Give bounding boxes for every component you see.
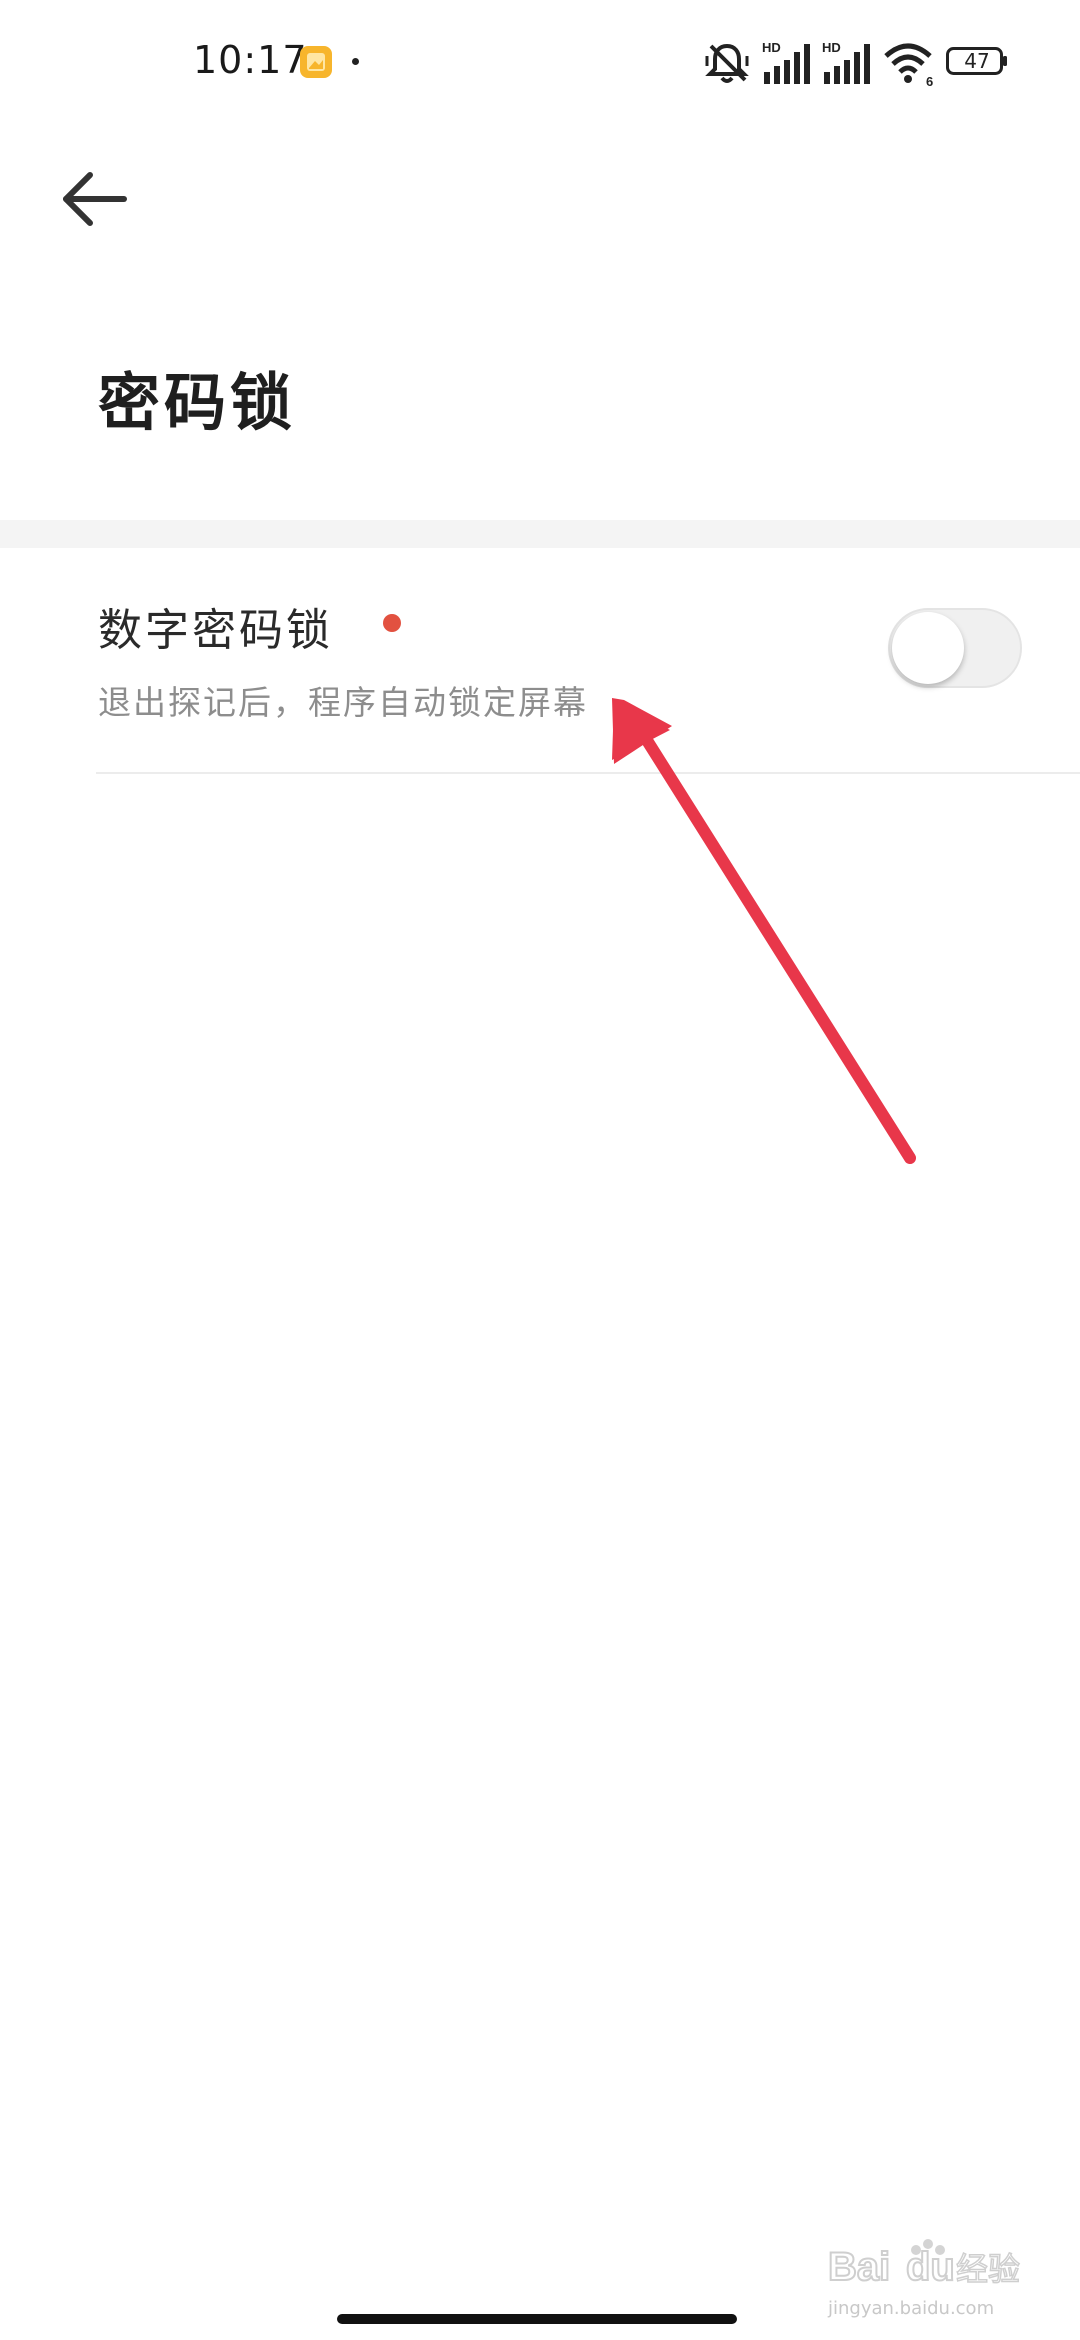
- hd-signal-icon: HD: [762, 40, 810, 84]
- battery-level: 47: [964, 49, 990, 73]
- wifi-6-icon: 6: [884, 43, 933, 88]
- toggle-knob: [892, 612, 964, 684]
- arrow-left-icon: [63, 172, 127, 226]
- numeric-lock-toggle[interactable]: [888, 608, 1022, 688]
- new-feature-dot: [383, 614, 401, 632]
- status-time: 10:17: [193, 38, 308, 82]
- numeric-lock-setting-row[interactable]: 数字密码锁 退出探记后，程序自动锁定屏幕: [0, 548, 1080, 774]
- setting-description: 退出探记后，程序自动锁定屏幕: [98, 683, 588, 722]
- svg-text:HD: HD: [762, 40, 781, 55]
- svg-text:HD: HD: [822, 40, 841, 55]
- status-bar: 10:17 HD HD 6 47: [0, 0, 1080, 120]
- home-indicator[interactable]: [337, 2314, 737, 2324]
- svg-text:经验: 经验: [956, 2250, 1020, 2288]
- mute-icon: [705, 43, 749, 83]
- section-divider: [0, 520, 1080, 548]
- row-divider: [96, 772, 1080, 774]
- watermark-url: jingyan.baidu.com: [828, 2298, 995, 2319]
- baidu-jingyan-watermark-icon: Bai du 经验: [827, 2239, 1021, 2290]
- setting-title: 数字密码锁: [98, 605, 333, 656]
- svg-text:Bai: Bai: [828, 2245, 890, 2289]
- page-title: 密码锁: [98, 366, 297, 439]
- more-notifications-dot: [352, 58, 359, 65]
- svg-text:du: du: [906, 2245, 955, 2289]
- hd-signal-icon: HD: [822, 40, 870, 84]
- annotation-arrow-icon: [612, 698, 916, 1164]
- svg-text:6: 6: [926, 74, 933, 88]
- gallery-notification-icon: [300, 46, 332, 78]
- back-button[interactable]: [58, 168, 134, 230]
